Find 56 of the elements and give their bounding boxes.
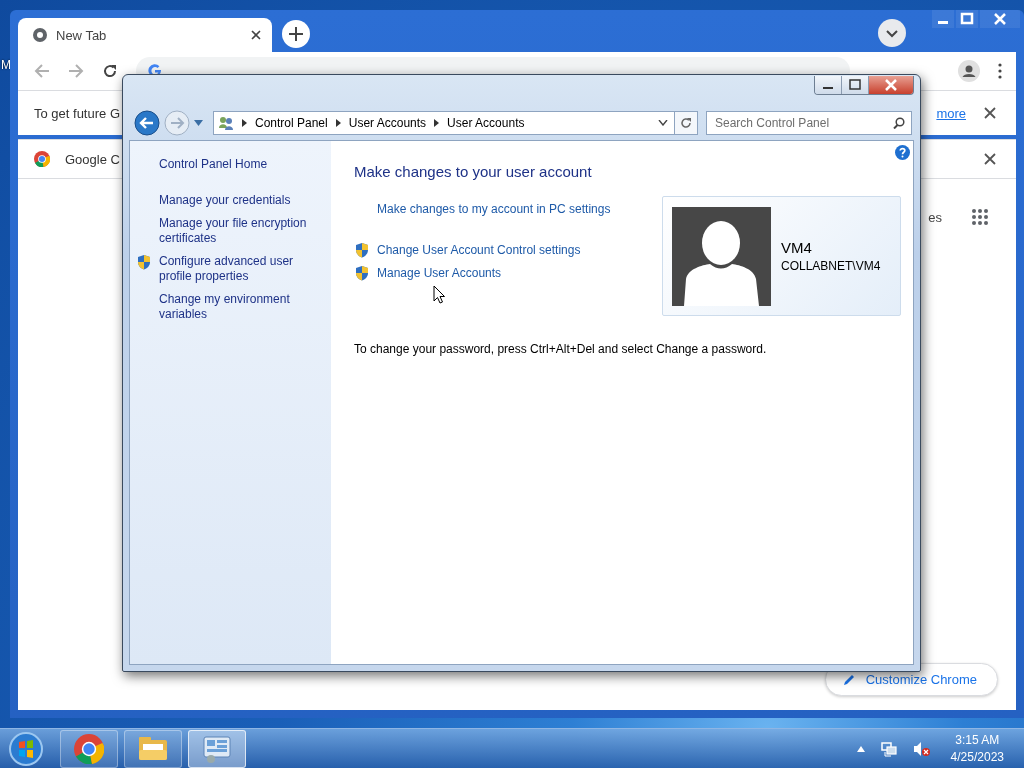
users-icon — [218, 114, 234, 131]
apps-grid-icon[interactable] — [972, 209, 988, 225]
browser-tab[interactable]: New Tab — [18, 18, 272, 52]
reload-icon[interactable] — [102, 63, 118, 79]
account-name: VM4 — [781, 239, 813, 256]
search-icon — [893, 116, 905, 129]
breadcrumb-arrow-icon — [242, 118, 247, 127]
new-tab-button[interactable] — [282, 20, 310, 48]
shortcut-label[interactable]: es — [928, 209, 942, 225]
close-icon[interactable] — [984, 153, 996, 165]
close-icon[interactable] — [250, 29, 262, 41]
search-field[interactable]: Search Control Panel — [706, 110, 912, 135]
taskbar-button[interactable] — [124, 729, 182, 768]
more-menu-icon[interactable] — [998, 63, 1002, 79]
breadcrumb-arrow-icon — [434, 118, 440, 127]
breadcrumb-arrow-icon — [335, 118, 341, 127]
maximize-button[interactable] — [842, 76, 869, 94]
help-icon[interactable] — [895, 145, 910, 160]
desktop-icon-label: M — [1, 58, 11, 72]
control-panel-icon — [202, 733, 232, 764]
sidebar-link[interactable]: Change my environment variables — [159, 292, 311, 322]
password-note: To change your password, press Ctrl+Alt+Del and select Change a password. — [354, 342, 768, 356]
mouse-cursor-icon — [433, 285, 445, 304]
sidebar-link[interactable]: Configure advanced user profile properties — [159, 254, 311, 284]
maximize-button[interactable] — [956, 10, 978, 28]
info-bar-text: To get future G — [34, 105, 120, 121]
profile-icon[interactable] — [958, 60, 980, 82]
account-domain: COLLABNET\VM4 — [781, 259, 881, 273]
clock-date[interactable]: 4/25/2023 — [950, 748, 1004, 766]
network-icon[interactable] — [880, 740, 897, 757]
learn-more-link[interactable]: more — [936, 105, 966, 121]
minimize-button[interactable] — [815, 76, 842, 94]
sidebar-link[interactable]: Control Panel Home — [159, 157, 331, 171]
refresh-icon — [680, 116, 692, 129]
task-link[interactable]: Make changes to my account in PC settings — [377, 202, 611, 216]
page-heading: Make changes to your user account — [354, 163, 593, 180]
task-link[interactable]: Change User Account Control settings — [377, 243, 581, 257]
close-icon[interactable] — [984, 107, 996, 119]
refresh-button[interactable] — [675, 110, 698, 135]
dropdown-button[interactable] — [878, 19, 906, 47]
breadcrumb-item[interactable]: User Accounts — [348, 115, 427, 130]
show-hidden-icons-button[interactable] — [856, 745, 865, 752]
task-link[interactable]: Manage User Accounts — [377, 266, 502, 280]
close-button[interactable] — [980, 10, 1020, 28]
back-button[interactable] — [134, 109, 160, 136]
start-button[interactable] — [8, 730, 44, 767]
sidebar-link[interactable]: Manage your file encryption certificates — [159, 216, 311, 246]
user-avatar-icon — [672, 206, 771, 306]
taskbar-button[interactable] — [60, 729, 118, 768]
breadcrumb-item[interactable]: Control Panel — [255, 115, 328, 130]
volume-muted-icon[interactable] — [912, 740, 931, 757]
close-button[interactable] — [869, 76, 913, 94]
address-bar[interactable]: Control Panel User Accounts User Accounts — [213, 110, 675, 135]
promo-bar-text: Google C — [65, 151, 120, 167]
sidebar-link[interactable]: Manage your credentials — [159, 193, 291, 208]
breadcrumb-item[interactable]: User Accounts — [447, 115, 525, 130]
